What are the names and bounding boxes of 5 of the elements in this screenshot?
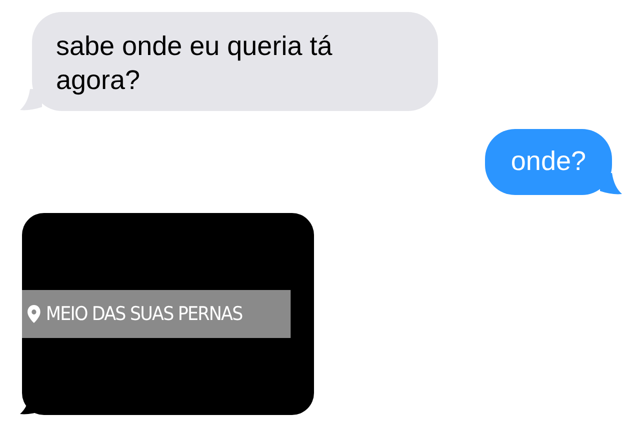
location-pin-icon — [28, 305, 40, 323]
image-message[interactable]: MEIO DAS SUAS PERNAS — [22, 213, 314, 415]
message-bubble: onde? — [484, 129, 612, 195]
location-text: MEIO DAS SUAS PERNAS — [46, 302, 242, 327]
message-bubble: sabe onde eu queria tá agora? — [32, 12, 438, 111]
